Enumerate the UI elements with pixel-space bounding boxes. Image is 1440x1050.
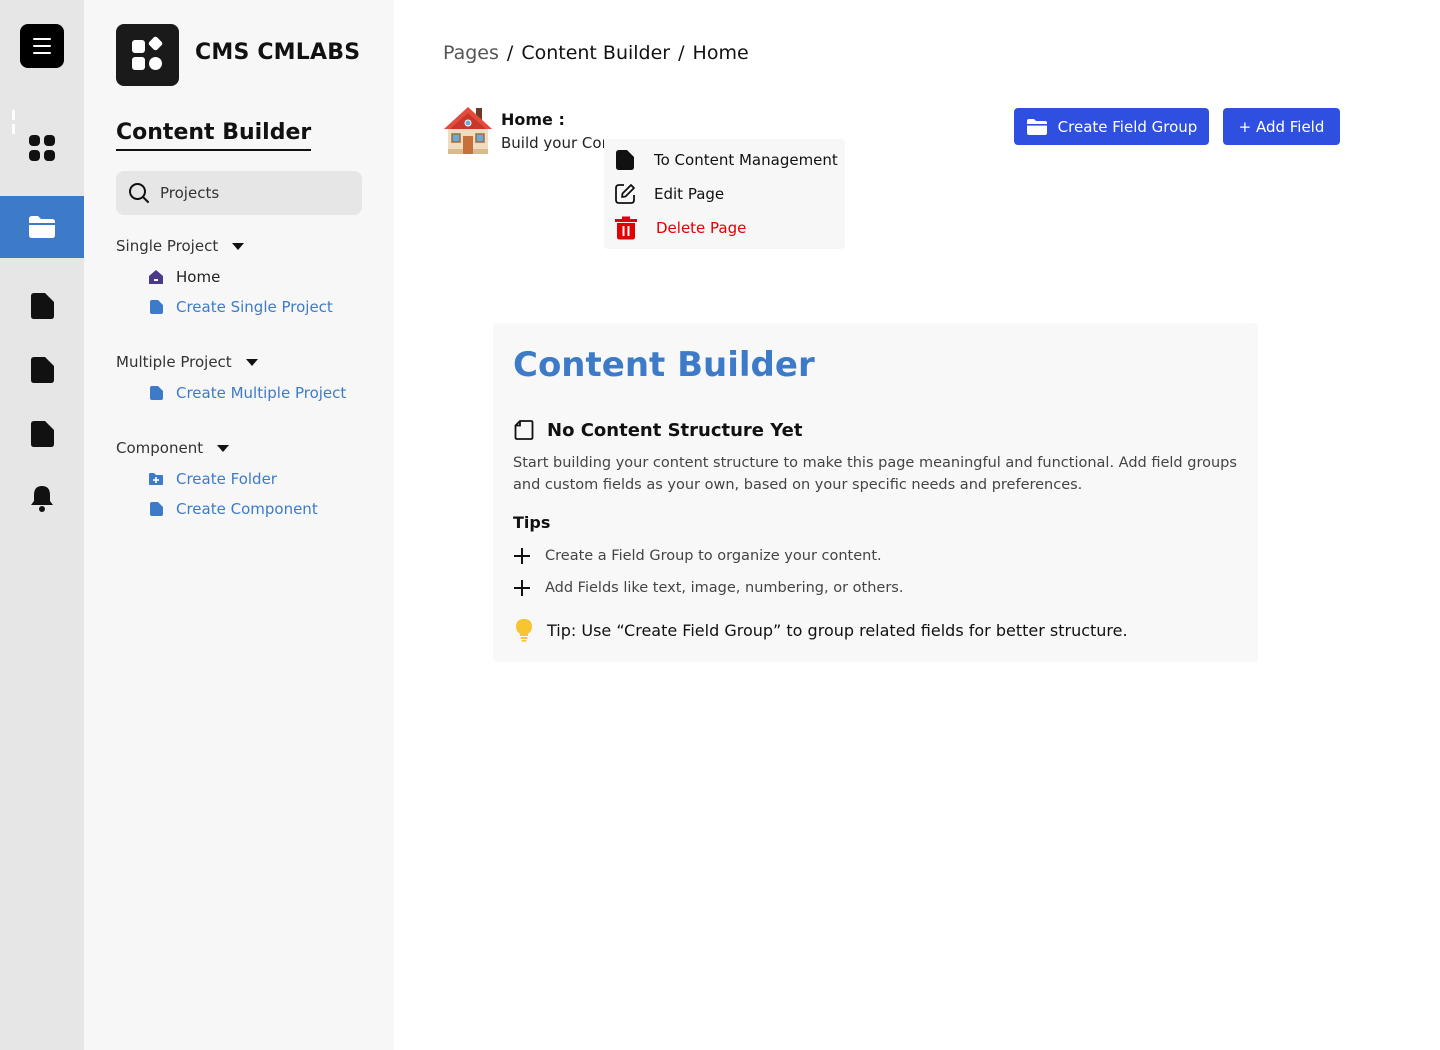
empty-state-description: Start building your content structure to…: [513, 455, 1237, 493]
tip-text: Add Fields like text, image, numbering, …: [545, 580, 904, 596]
folder-plus-icon: [149, 473, 163, 485]
group-multiple-project[interactable]: Multiple Project: [116, 353, 258, 371]
sidebar-item-label: Create Component: [176, 500, 318, 518]
menu-item-delete-page[interactable]: Delete Page: [614, 216, 746, 240]
dashboard-grid-icon: [29, 135, 55, 161]
empty-state-title: No Content Structure Yet: [547, 419, 803, 441]
file-icon: [31, 421, 54, 447]
caret-down-icon: [217, 444, 230, 452]
caret-down-icon: [232, 242, 245, 250]
plus-icon: [514, 548, 530, 564]
brand-name: CMS CMLABS: [195, 40, 361, 65]
lightbulb-icon: [516, 619, 532, 642]
menu-item-label: To Content Management: [654, 151, 838, 169]
menu-item-label: Delete Page: [656, 219, 747, 237]
trash-icon: [615, 216, 637, 240]
group-single-project[interactable]: Single Project: [116, 237, 245, 255]
sidebar-item-create-single-project[interactable]: Create Single Project: [148, 298, 333, 316]
breadcrumb-item-home: Home: [692, 42, 749, 64]
sidebar-item-label: Create Folder: [176, 470, 277, 488]
sidebar-item-create-folder[interactable]: Create Folder: [148, 470, 277, 488]
home-icon: [149, 270, 163, 284]
group-label: Single Project: [116, 237, 219, 255]
bell-icon: [31, 486, 53, 512]
file-icon: [616, 150, 634, 170]
create-field-group-button[interactable]: Create Field Group: [1014, 108, 1209, 145]
sidebar-item-home[interactable]: Home: [148, 268, 220, 286]
sidebar-item-create-multiple-project[interactable]: Create Multiple Project: [148, 384, 346, 402]
file-icon: [150, 386, 163, 400]
breadcrumb-separator: /: [506, 42, 514, 64]
group-label: Multiple Project: [116, 353, 232, 371]
tip-note: Tip: Use “Create Field Group” to group r…: [513, 618, 1128, 642]
file-icon: [150, 300, 163, 314]
rail-file-2[interactable]: [0, 339, 84, 401]
sidebar-item-label: Create Multiple Project: [176, 384, 347, 402]
file-icon: [31, 293, 54, 319]
tips-heading: Tips: [513, 513, 551, 532]
tip-item: Add Fields like text, image, numbering, …: [513, 579, 903, 597]
breadcrumb-item-pages[interactable]: Pages: [443, 42, 499, 64]
breadcrumb-item-content-builder[interactable]: Content Builder: [521, 42, 670, 64]
search-label: Projects: [160, 184, 220, 202]
group-label: Component: [116, 439, 204, 457]
rail-file-1[interactable]: [0, 275, 84, 337]
tip-note-text: Tip: Use “Create Field Group” to group r…: [547, 620, 1128, 640]
sidebar: CMS CMLABS Content Builder Projects Sing…: [84, 0, 394, 1050]
file-icon: [150, 502, 163, 516]
add-field-button[interactable]: + Add Field: [1223, 108, 1340, 145]
empty-state-heading: No Content Structure Yet: [513, 419, 802, 441]
breadcrumb: Pages / Content Builder / Home: [443, 42, 749, 64]
group-component[interactable]: Component: [116, 439, 230, 457]
logo: [116, 24, 179, 86]
sidebar-item-label: Create Single Project: [176, 298, 333, 316]
sidebar-item-label: Home: [176, 268, 221, 286]
tip-item: Create a Field Group to organize your co…: [513, 547, 882, 565]
icon-rail: [0, 0, 84, 1050]
document-outline-icon: [514, 420, 534, 440]
plus-icon: [514, 580, 530, 596]
tip-text: Create a Field Group to organize your co…: [545, 548, 882, 564]
menu-item-label: Edit Page: [654, 185, 725, 203]
card-title: Content Builder: [513, 345, 815, 385]
menu-icon[interactable]: [20, 24, 64, 68]
file-icon: [31, 357, 54, 383]
sidebar-item-create-component[interactable]: Create Component: [148, 500, 318, 518]
breadcrumb-separator: /: [678, 42, 685, 64]
rail-dashboard[interactable]: [0, 117, 84, 179]
folder-icon: [29, 216, 55, 238]
menu-item-to-content-management[interactable]: To Content Management: [614, 149, 838, 171]
caret-down-icon: [245, 358, 258, 366]
page-title: Home :: [501, 110, 565, 129]
button-label: Create Field Group: [1057, 117, 1198, 136]
content-builder-card: Content Builder No Content Structure Yet…: [493, 323, 1258, 662]
page-subtitle: Build your Content: [501, 134, 604, 152]
menu-item-edit-page[interactable]: Edit Page: [614, 183, 724, 205]
folder-icon: [1026, 118, 1047, 135]
search-icon: [129, 183, 149, 203]
search-input[interactable]: Projects: [116, 171, 362, 215]
rail-file-3[interactable]: [0, 403, 84, 465]
page-actions-menu: To Content Management Edit Page Delete P…: [604, 139, 845, 249]
house-emoji-icon[interactable]: [443, 104, 493, 156]
edit-icon: [615, 184, 635, 204]
rail-notifications[interactable]: [0, 467, 84, 529]
rail-folder[interactable]: [0, 196, 84, 258]
sidebar-section-title: Content Builder: [116, 120, 312, 151]
